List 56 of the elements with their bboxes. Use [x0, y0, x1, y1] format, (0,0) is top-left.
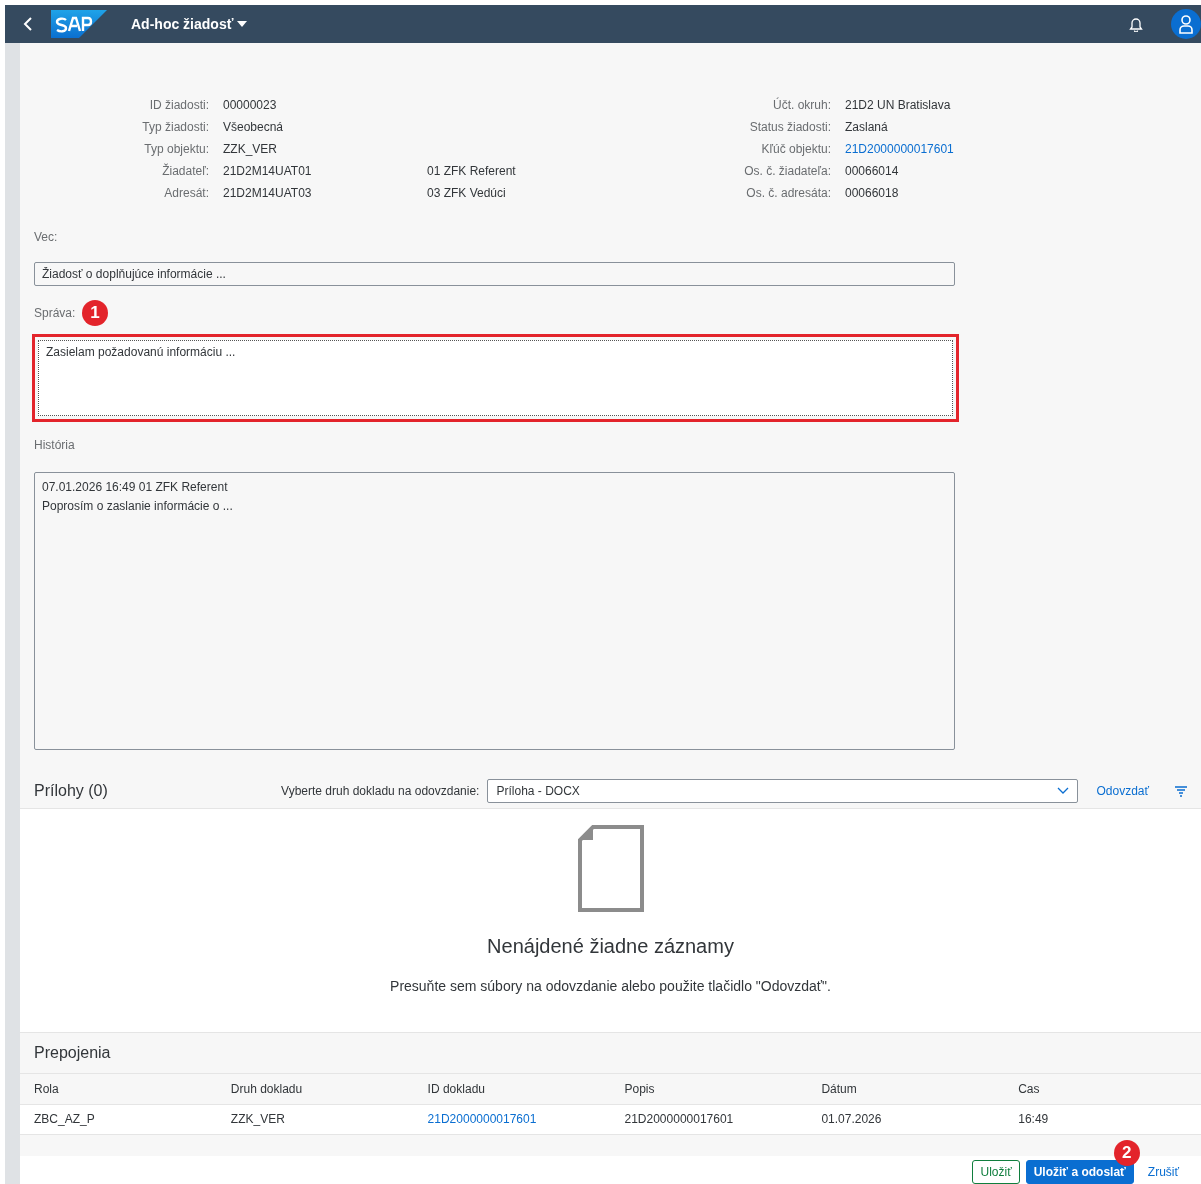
field-value: 00000023: [223, 98, 278, 112]
field-label: Os. č. adresáta:: [745, 186, 831, 200]
field-value: Zaslaná: [845, 120, 889, 134]
cancel-button[interactable]: Zrušiť: [1139, 1160, 1187, 1184]
history-header: 07.01.2026 16:49 01 ZFK Referent: [42, 479, 229, 496]
field-label: Adresát:: [163, 186, 209, 200]
table-cell: 01.07.2026: [807, 1104, 1005, 1134]
history-text: Poprosím o zaslanie informácie o ...: [42, 498, 234, 515]
caret-icon: [237, 20, 248, 28]
callout-badge: 1: [82, 300, 108, 326]
field-label: Žiadateľ:: [161, 164, 209, 178]
field-value: 01 ZFK Referent: [427, 164, 517, 178]
back-icon[interactable]: [23, 16, 33, 32]
field-value: 21D2M14UAT03: [223, 186, 313, 200]
section-title: Prílohy (0): [34, 782, 108, 800]
field-label: Správa:: [34, 306, 76, 320]
field-label: Vec:: [34, 230, 58, 244]
field-value: 21D2 UN Bratislava: [845, 98, 952, 112]
chevron-down-icon: [1057, 787, 1070, 795]
value-link[interactable]: 21D2000000017601: [845, 142, 1045, 156]
save-button[interactable]: Uložiť: [972, 1160, 1020, 1184]
table-link[interactable]: 21D2000000017601: [413, 1104, 611, 1134]
field-label: História: [34, 438, 75, 452]
sort-icon[interactable]: [1175, 785, 1187, 797]
document-icon: [576, 825, 645, 913]
doc-type-select[interactable]: Príloha - DOCX: [487, 779, 1079, 803]
field-value: 21D2M14UAT01: [223, 164, 313, 178]
field-label: Status žiadosti:: [748, 120, 831, 134]
field-label: Os. č. žiadateľa:: [743, 164, 831, 178]
field-value: 00066018: [845, 186, 900, 200]
empty-text: Presuňte sem súbory na odovzdanie alebo použite tlačidlo "Odovzdať".: [390, 978, 831, 994]
app-title[interactable]: Ad-hoc žiadosť: [131, 16, 248, 32]
upload-link[interactable]: Odovzdať: [1092, 784, 1153, 798]
table-cell: 21D2000000017601: [610, 1104, 808, 1134]
logo-icon: [51, 10, 107, 38]
field-value: 03 ZFK Vedúci: [427, 186, 507, 200]
field-value: Všeobecná: [223, 120, 285, 134]
subject-field[interactable]: Žiadosť o doplňujúce informácie ...: [34, 262, 955, 286]
send-button[interactable]: Uložiť a odoslať: [1025, 1160, 1134, 1184]
field-label: Typ objektu:: [143, 142, 209, 156]
message-field[interactable]: Zasielam požadovanú informáciu ...: [38, 340, 953, 416]
field-label: Účt. okruh:: [771, 98, 831, 112]
empty-title: Nenájdené žiadne záznamy: [487, 935, 734, 958]
field-label: ID žiadosti:: [148, 98, 209, 112]
field-value: 00066014: [845, 164, 900, 178]
section-title: Prepojenia: [34, 1044, 111, 1062]
field-label: Typ žiadosti:: [141, 120, 209, 134]
bell-icon[interactable]: [1129, 16, 1143, 32]
table-cell: ZZK_VER: [216, 1104, 414, 1134]
callout-badge: 2: [1113, 1140, 1140, 1166]
user-avatar[interactable]: [1171, 9, 1201, 39]
field-label: Kľúč objektu:: [760, 142, 831, 156]
table-cell: 16:49: [1004, 1104, 1201, 1134]
field-value: ZZK_VER: [223, 142, 278, 156]
table-cell: ZBC_AZ_P: [20, 1104, 217, 1134]
field-label: Vyberte druh dokladu na odovzdanie:: [281, 784, 480, 798]
